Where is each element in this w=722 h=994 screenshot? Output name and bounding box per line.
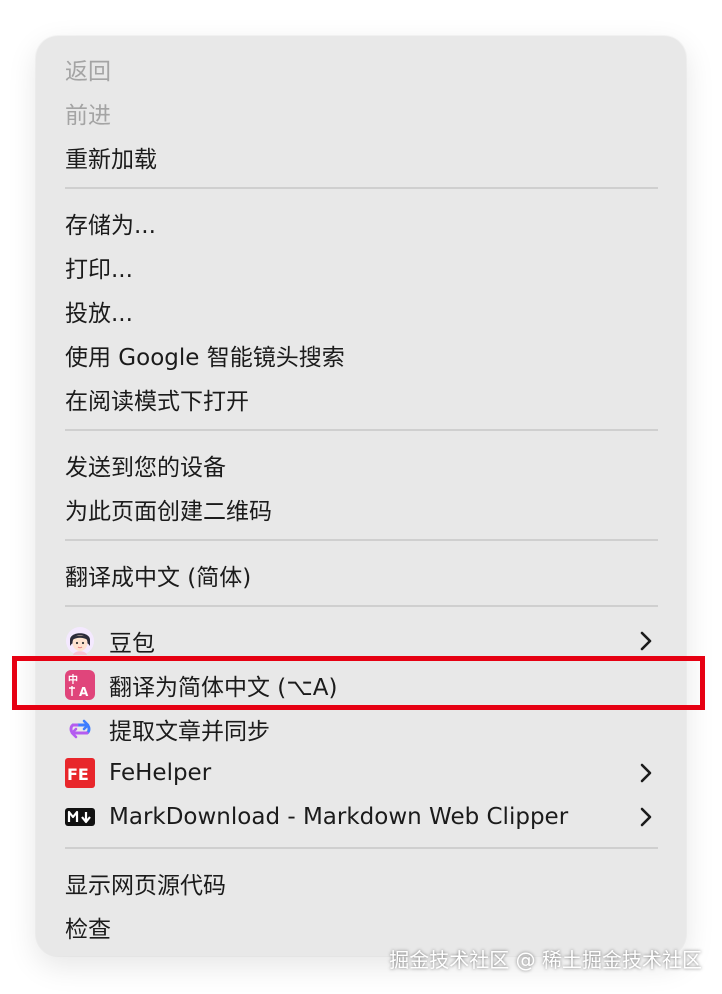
menu-item-doubao-label: 豆包 bbox=[109, 631, 155, 657]
menu-item-print[interactable]: 打印... bbox=[36, 245, 686, 289]
menu-item-save-as[interactable]: 存储为... bbox=[36, 201, 686, 245]
chevron-right-icon bbox=[640, 631, 652, 651]
chevron-right-icon bbox=[640, 763, 652, 783]
menu-separator bbox=[65, 187, 658, 189]
menu-separator bbox=[65, 429, 658, 431]
menu-item-send-to-devices-label: 发送到您的设备 bbox=[65, 455, 226, 481]
menu-item-google-lens[interactable]: 使用 Google 智能镜头搜索 bbox=[36, 333, 686, 377]
menu-item-cast[interactable]: 投放... bbox=[36, 289, 686, 333]
menu-item-markdownload-label: MarkDownload - Markdown Web Clipper bbox=[109, 804, 569, 830]
watermark-text: 掘金技术社区 @ 稀土掘金技术社区 bbox=[389, 948, 702, 972]
menu-item-view-source[interactable]: 显示网页源代码 bbox=[36, 861, 686, 905]
menu-item-google-lens-label: 使用 Google 智能镜头搜索 bbox=[65, 345, 345, 371]
menu-item-send-to-devices[interactable]: 发送到您的设备 bbox=[36, 443, 686, 487]
menu-item-extract-sync[interactable]: 提取文章并同步 bbox=[36, 707, 686, 751]
menu-item-forward-label: 前进 bbox=[65, 103, 111, 129]
context-menu: 返回 前进 重新加载 存储为... 打印... 投放... 使用 Google … bbox=[36, 36, 686, 956]
menu-item-print-label: 打印... bbox=[65, 257, 133, 283]
svg-text:A: A bbox=[79, 685, 89, 699]
menu-item-qr-code-label: 为此页面创建二维码 bbox=[65, 499, 272, 525]
menu-separator bbox=[65, 605, 658, 607]
menu-item-translate-extension-label: 翻译为简体中文 (⌥A) bbox=[109, 675, 338, 701]
menu-item-reading-mode-label: 在阅读模式下打开 bbox=[65, 389, 249, 415]
menu-item-reload-label: 重新加载 bbox=[65, 147, 157, 173]
menu-item-reading-mode[interactable]: 在阅读模式下打开 bbox=[36, 377, 686, 421]
menu-item-back[interactable]: 返回 bbox=[36, 47, 686, 91]
fe-logo-icon: FE bbox=[65, 758, 95, 788]
menu-item-reload[interactable]: 重新加载 bbox=[36, 135, 686, 179]
chevron-right-icon bbox=[640, 807, 652, 827]
menu-item-fehelper[interactable]: FE FeHelper bbox=[36, 751, 686, 795]
menu-item-back-label: 返回 bbox=[65, 59, 111, 85]
markdown-m-arrow-icon bbox=[65, 802, 95, 832]
svg-text:中: 中 bbox=[68, 673, 78, 686]
sync-loop-icon bbox=[65, 714, 95, 744]
menu-item-view-source-label: 显示网页源代码 bbox=[65, 873, 226, 899]
menu-item-extract-sync-label: 提取文章并同步 bbox=[109, 719, 270, 745]
menu-separator bbox=[65, 847, 658, 849]
menu-item-translate-builtin[interactable]: 翻译成中文 (简体) bbox=[36, 553, 686, 597]
menu-separator bbox=[65, 539, 658, 541]
menu-item-inspect[interactable]: 检查 bbox=[36, 905, 686, 949]
menu-item-doubao[interactable]: 豆包 bbox=[36, 619, 686, 663]
menu-item-cast-label: 投放... bbox=[65, 301, 133, 327]
menu-item-translate-extension[interactable]: 中 A 翻译为简体中文 (⌥A) bbox=[36, 663, 686, 707]
svg-text:FE: FE bbox=[67, 765, 89, 784]
doubao-avatar-icon bbox=[65, 626, 95, 656]
menu-item-inspect-label: 检查 bbox=[65, 917, 111, 943]
translate-zh-icon: 中 A bbox=[65, 670, 95, 700]
menu-item-translate-builtin-label: 翻译成中文 (简体) bbox=[65, 565, 252, 591]
menu-item-qr-code[interactable]: 为此页面创建二维码 bbox=[36, 487, 686, 531]
menu-item-markdownload[interactable]: MarkDownload - Markdown Web Clipper bbox=[36, 795, 686, 839]
menu-item-fehelper-label: FeHelper bbox=[109, 760, 212, 786]
menu-item-save-as-label: 存储为... bbox=[65, 213, 156, 239]
menu-item-forward[interactable]: 前进 bbox=[36, 91, 686, 135]
